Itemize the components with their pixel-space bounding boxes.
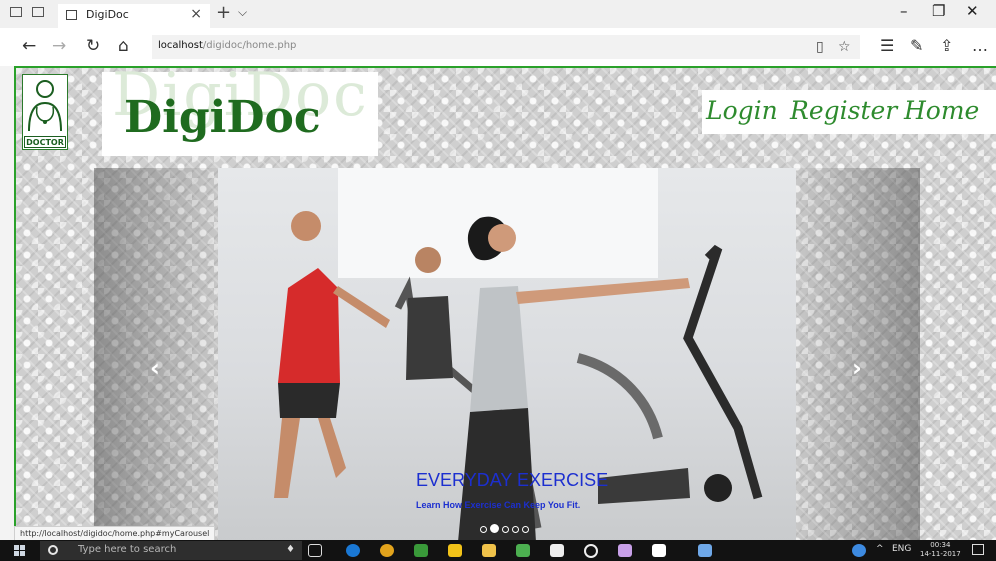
site-nav: Login Register Home: [702, 90, 996, 134]
app-icon[interactable]: [516, 544, 530, 557]
carousel-indicator[interactable]: [480, 526, 487, 533]
address-text[interactable]: localhost/digidoc/home.php: [158, 40, 296, 51]
image-carousel: EVERYDAY EXERCISE Learn How Exercise Can…: [94, 168, 920, 540]
address-bar-row: ← → ↻ ⌂ localhost/digidoc/home.php ▯ ☆ ☰…: [0, 28, 996, 66]
carousel-slide: EVERYDAY EXERCISE Learn How Exercise Can…: [218, 168, 796, 540]
carousel-indicators: [480, 518, 532, 533]
browser-tab[interactable]: DigiDoc ×: [58, 4, 210, 28]
tab-title: DigiDoc: [86, 8, 129, 21]
carousel-indicator-active[interactable]: [490, 524, 499, 533]
page-icon: [66, 10, 77, 20]
address-field[interactable]: localhost/digidoc/home.php ▯ ☆: [152, 35, 860, 59]
windows-start-icon[interactable]: [14, 545, 25, 556]
app-icon[interactable]: [414, 544, 428, 557]
close-icon[interactable]: ✕: [966, 2, 979, 20]
word-icon[interactable]: [698, 544, 712, 557]
app-icon[interactable]: [618, 544, 632, 557]
file-explorer-icon[interactable]: [482, 544, 496, 557]
chevron-right-icon: ›: [852, 354, 862, 382]
carousel-indicator[interactable]: [522, 526, 529, 533]
carousel-caption-title: EVERYDAY EXERCISE: [416, 470, 609, 490]
language-indicator[interactable]: ENG: [892, 544, 911, 554]
app-icon[interactable]: [584, 544, 598, 558]
pen-icon[interactable]: ✎: [910, 36, 923, 55]
favorite-star-icon[interactable]: ☆: [838, 39, 851, 55]
tab-preview-chevron-icon[interactable]: ⌵: [238, 5, 247, 20]
edge-icon[interactable]: [346, 544, 360, 557]
chevron-left-icon: ‹: [150, 354, 160, 382]
microphone-icon[interactable]: ♦: [286, 544, 295, 555]
clock[interactable]: 00:34 14-11-2017: [920, 541, 961, 559]
clock-time: 00:34: [930, 541, 951, 549]
favorites-hub-icon[interactable]: ☰: [880, 36, 894, 55]
carousel-indicator[interactable]: [502, 526, 509, 533]
minimize-icon[interactable]: –: [900, 2, 908, 20]
site-logo[interactable]: DigiDoc DigiDoc: [102, 68, 378, 156]
reading-view-icon[interactable]: ▯: [816, 39, 824, 55]
cortana-icon: [48, 545, 58, 555]
store-icon[interactable]: [448, 544, 462, 557]
share-icon[interactable]: ⇪: [940, 36, 953, 55]
new-tab-button[interactable]: +: [216, 2, 231, 23]
nav-register-link[interactable]: Register: [790, 96, 897, 125]
nav-login-link[interactable]: Login: [706, 96, 778, 125]
photos-icon[interactable]: [652, 544, 666, 557]
home-icon[interactable]: ⌂: [118, 36, 129, 56]
carousel-indicator[interactable]: [512, 526, 519, 533]
doctor-figure-icon: [28, 80, 62, 132]
help-icon[interactable]: [852, 544, 866, 557]
carousel-next-control[interactable]: ›: [796, 168, 920, 540]
notifications-icon[interactable]: [972, 544, 984, 555]
taskbar-search-box[interactable]: Type here to search: [40, 541, 302, 560]
task-view-icon[interactable]: [308, 544, 322, 557]
carousel-prev-control[interactable]: ‹: [94, 168, 218, 540]
clock-date: 14-11-2017: [920, 550, 961, 558]
windows-taskbar: Type here to search ♦ ^ ENG 00:34 14-11-…: [0, 540, 996, 561]
title-bar: DigiDoc × + ⌵ – ❐ ✕: [0, 0, 996, 28]
tab-close-icon[interactable]: ×: [190, 6, 202, 22]
chrome-icon[interactable]: [380, 544, 394, 557]
doctor-badge: DOCTOR: [24, 136, 66, 148]
refresh-icon[interactable]: ↻: [86, 36, 100, 56]
nav-home-link[interactable]: Home: [904, 96, 979, 125]
mail-icon[interactable]: [550, 544, 564, 557]
page-viewport: DOCTOR DigiDoc DigiDoc Login Register Ho…: [14, 66, 996, 540]
tabs-aside-icon[interactable]: [10, 7, 22, 17]
maximize-icon[interactable]: ❐: [932, 2, 945, 20]
search-placeholder: Type here to search: [78, 544, 177, 555]
forward-icon[interactable]: →: [52, 36, 66, 56]
tray-chevron-icon[interactable]: ^: [876, 544, 884, 554]
doctor-logo-icon: DOCTOR: [22, 74, 68, 150]
logo-text: DigiDoc: [124, 92, 321, 143]
set-tabs-aside-icon[interactable]: [32, 7, 44, 17]
back-icon[interactable]: ←: [22, 36, 36, 56]
carousel-caption-subtitle: Learn How Exercise Can Keep You Fit.: [416, 500, 581, 510]
more-icon[interactable]: …: [972, 36, 988, 55]
